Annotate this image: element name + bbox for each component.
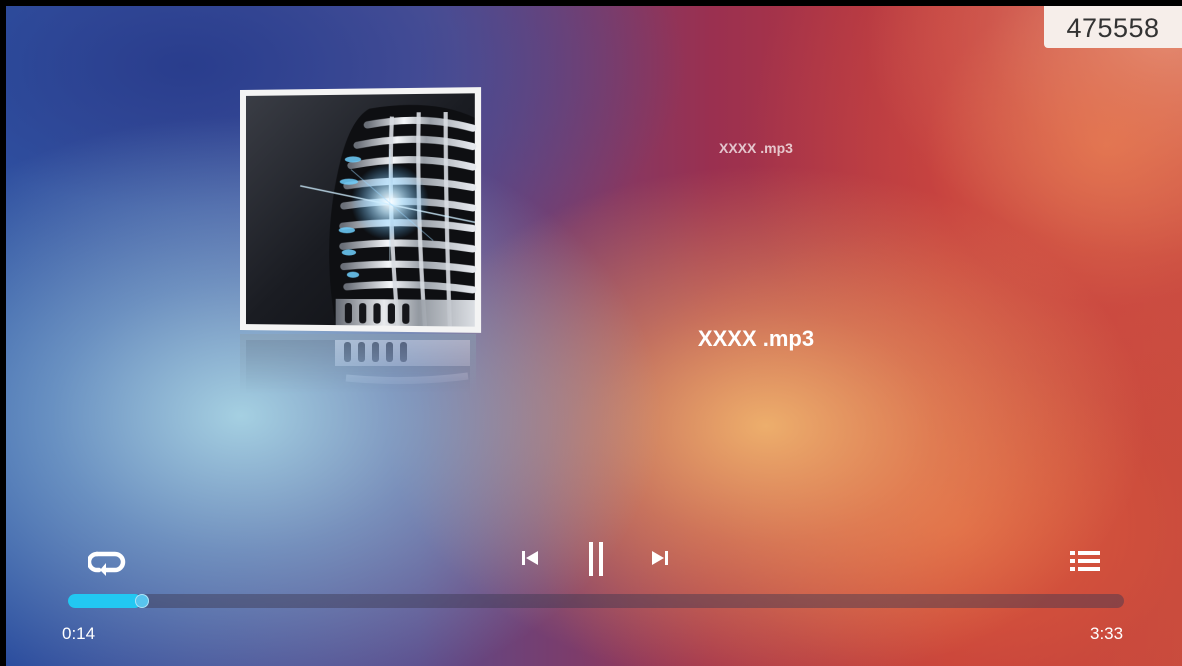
skip-next-icon bbox=[652, 551, 668, 565]
album-art-container bbox=[240, 87, 482, 394]
track-title-small: XXXX .mp3 bbox=[719, 140, 793, 156]
pause-icon bbox=[589, 542, 603, 576]
channel-counter: 475558 bbox=[1044, 6, 1182, 48]
elapsed-time: 0:14 bbox=[62, 624, 96, 643]
seek-bar-handle[interactable] bbox=[135, 594, 149, 608]
pause-button[interactable] bbox=[582, 538, 610, 578]
music-player-screen: 475558 XXXX .mp3 XXXX .mp3 0:14 3:33 bbox=[6, 6, 1182, 666]
seek-bar[interactable] bbox=[68, 594, 1124, 608]
playlist-icon bbox=[1070, 551, 1100, 571]
playlist-button[interactable] bbox=[1066, 546, 1104, 576]
repeat-button[interactable] bbox=[86, 546, 126, 576]
repeat-icon bbox=[86, 551, 126, 576]
total-time: 3:33 bbox=[1090, 624, 1124, 643]
track-title: XXXX .mp3 bbox=[697, 326, 815, 351]
album-art bbox=[240, 87, 482, 333]
previous-track-button[interactable] bbox=[518, 546, 542, 570]
seek-bar-fill bbox=[68, 594, 142, 608]
skip-previous-icon bbox=[522, 551, 538, 565]
next-track-button[interactable] bbox=[648, 546, 672, 570]
album-art-reflection bbox=[240, 334, 476, 394]
